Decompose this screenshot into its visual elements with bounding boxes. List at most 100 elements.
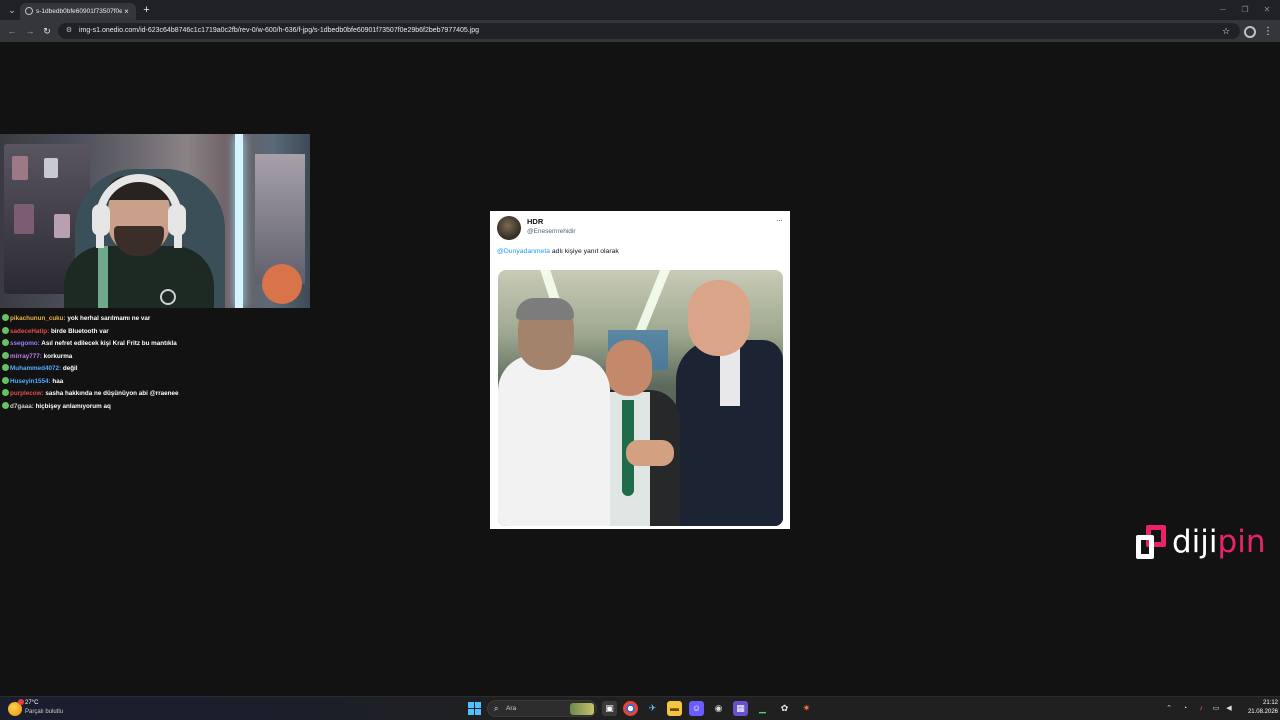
terminal-app-icon[interactable]: ▁ bbox=[755, 701, 770, 716]
tweet-reply-line: @Dunyadanmeta adlı kişiye yanıt olarak bbox=[497, 248, 619, 255]
profile-avatar-icon[interactable] bbox=[1244, 26, 1256, 38]
grid-app-icon[interactable]: ▦ bbox=[733, 701, 748, 716]
chat-badge-icon bbox=[2, 326, 9, 334]
reload-icon[interactable]: ↻ bbox=[41, 25, 53, 37]
tab-globe-icon bbox=[25, 7, 33, 15]
chat-text: birde Bluetooth var bbox=[50, 327, 109, 335]
bookmark-star-icon[interactable]: ☆ bbox=[1220, 25, 1232, 37]
chat-text: sasha hakkında ne düşünüyon abi @rraenee bbox=[45, 390, 179, 397]
site-info-icon[interactable]: ⚙ bbox=[64, 26, 74, 36]
search-icon: ⌕ bbox=[494, 704, 499, 713]
tab-search-icon[interactable]: ⌄ bbox=[6, 4, 18, 16]
tab-strip: ⌄ s-1dbedb0bfe60901f73507f0e29b6f2beb797… bbox=[0, 0, 1280, 20]
chat-text: korkurma bbox=[43, 352, 73, 360]
back-arrow-icon[interactable]: ← bbox=[6, 25, 18, 37]
chat-username[interactable]: Huseyin1554: bbox=[10, 378, 51, 385]
chat-username[interactable]: pikachunun_cuku: bbox=[10, 315, 66, 322]
address-bar[interactable]: ⚙ img-s1.onedio.com/id-623c64b8746c1c171… bbox=[58, 23, 1240, 39]
chat-username[interactable]: mirray777: bbox=[10, 353, 42, 360]
photo-person-left-shirt bbox=[498, 355, 610, 526]
tweet-image: HDR @Enesemrehidir ··· @Dunyadanmeta adl… bbox=[490, 211, 790, 529]
chat-badge-icon bbox=[2, 401, 9, 409]
chat-message: ssegomo: Asıl nefret edilecek kişi Kral … bbox=[2, 338, 302, 351]
chrome-app-icon[interactable] bbox=[623, 701, 638, 716]
close-window-icon[interactable]: ✕ bbox=[1260, 3, 1274, 17]
burst-app-icon[interactable]: ✷ bbox=[799, 701, 814, 716]
weather-alert-badge bbox=[18, 699, 24, 705]
dijipin-logo: dijipin bbox=[1134, 522, 1280, 562]
url-text[interactable]: img-s1.onedio.com/id-623c64b8746c1c1719a… bbox=[79, 25, 1179, 37]
tweet-reply-text: adlı kişiye yanıt olarak bbox=[550, 248, 619, 255]
dijipin-logo-text: dijipin bbox=[1172, 524, 1266, 560]
chat-text: hiçbişey anlamıyorum aq bbox=[35, 402, 111, 410]
chat-badge-icon bbox=[2, 389, 9, 396]
discord-app-icon[interactable]: ☺ bbox=[689, 701, 704, 716]
chat-text: Asıl nefret edilecek kişi Kral Fritz bu … bbox=[41, 340, 177, 347]
cam-jacket-stripe bbox=[98, 246, 108, 308]
browser-toolbar: ← → ↻ ⚙ img-s1.onedio.com/id-623c64b8746… bbox=[0, 20, 1280, 42]
tab-title: s-1dbedb0bfe60901f73507f0e29b6f2beb79774… bbox=[36, 8, 122, 15]
forward-arrow-icon[interactable]: → bbox=[24, 25, 36, 37]
search-highlight-image bbox=[570, 703, 594, 715]
steam-app-icon[interactable]: ✈ bbox=[645, 701, 660, 716]
photo-ceiling-light bbox=[635, 270, 671, 330]
webcam-feed bbox=[0, 134, 310, 308]
tweet-avatar bbox=[497, 216, 521, 240]
chat-username[interactable]: purplecow: bbox=[10, 390, 44, 397]
headset-tray-icon[interactable]: ◔ bbox=[1180, 703, 1190, 715]
chat-badge-icon bbox=[2, 364, 9, 371]
tweet-author-name: HDR bbox=[527, 217, 544, 226]
windows-start-icon[interactable] bbox=[468, 702, 481, 715]
weather-temperature[interactable]: 27°C bbox=[25, 700, 38, 706]
chatgpt-app-icon[interactable]: ✿ bbox=[777, 701, 792, 716]
photo-gesturing-hands bbox=[626, 440, 674, 466]
chat-badge-icon bbox=[2, 314, 9, 321]
chat-message: Huseyin1554: haa bbox=[2, 376, 302, 389]
tweet-more-icon: ··· bbox=[776, 215, 783, 225]
cam-plush-toy bbox=[262, 264, 302, 304]
cam-headset-ear-right bbox=[168, 204, 186, 236]
chat-username[interactable]: sadeceHatip: bbox=[10, 328, 49, 335]
tweet-author-handle: @Enesemrehidir bbox=[527, 228, 576, 235]
chat-message: mirray777: korkurma bbox=[2, 351, 302, 364]
photo-person-right-head bbox=[688, 280, 750, 356]
task-view-icon[interactable]: ▣ bbox=[602, 701, 617, 716]
tray-overflow-chevron-icon[interactable]: ⌃ bbox=[1164, 703, 1174, 715]
microphone-tray-icon[interactable]: ♪ bbox=[1196, 703, 1206, 715]
tweet-photo bbox=[498, 270, 783, 526]
chat-badge-icon bbox=[2, 339, 9, 346]
chat-text: değil bbox=[62, 365, 78, 372]
file-explorer-icon[interactable]: ▬ bbox=[667, 701, 682, 716]
volume-tray-icon[interactable]: ◀ bbox=[1224, 703, 1234, 715]
obs-app-icon[interactable]: ◉ bbox=[711, 701, 726, 716]
chat-username[interactable]: Muhammed4072: bbox=[10, 365, 61, 372]
taskbar-search-input[interactable]: ⌕ Ara bbox=[487, 700, 597, 717]
minimize-icon[interactable]: ─ bbox=[1216, 3, 1230, 17]
search-placeholder: Ara bbox=[506, 705, 517, 712]
chat-message: pikachunun_cuku: yok herhal sarılmamı ne… bbox=[2, 313, 302, 326]
cam-jacket-badge bbox=[160, 289, 176, 305]
maximize-icon[interactable]: ❐ bbox=[1238, 3, 1252, 17]
chat-message: Muhammed4072: değil bbox=[2, 363, 302, 376]
chat-message: purplecow: sasha hakkında ne düşünüyon a… bbox=[2, 388, 302, 401]
dijipin-logo-mark bbox=[1136, 525, 1168, 559]
cam-headset-ear-left bbox=[92, 204, 110, 236]
weather-description[interactable]: Parçalı bulutlu bbox=[25, 709, 63, 715]
chat-message: sadeceHatip: birde Bluetooth var bbox=[2, 326, 302, 339]
tweet-reply-mention: @Dunyadanmeta bbox=[497, 248, 550, 255]
browser-menu-icon[interactable]: ⋮ bbox=[1263, 25, 1273, 39]
clock-time[interactable]: 21:12 bbox=[1250, 700, 1278, 706]
clock-date[interactable]: 21.08.2026 bbox=[1240, 709, 1278, 715]
photo-person-left-hair bbox=[516, 298, 574, 320]
chat-badge-icon bbox=[2, 376, 9, 384]
chat-username[interactable]: ssegomo: bbox=[10, 340, 40, 347]
chat-username[interactable]: d7gaaa: bbox=[10, 403, 34, 410]
new-tab-button[interactable]: + bbox=[141, 4, 152, 16]
network-tray-icon[interactable]: ▭ bbox=[1211, 703, 1221, 715]
browser-tab-active[interactable]: s-1dbedb0bfe60901f73507f0e29b6f2beb79774… bbox=[20, 3, 136, 20]
stream-chat: pikachunun_cuku: yok herhal sarılmamı ne… bbox=[2, 313, 302, 413]
chat-badge-icon bbox=[2, 351, 9, 359]
tab-close-icon[interactable]: × bbox=[122, 6, 131, 17]
chat-text: haa bbox=[52, 377, 64, 385]
windows-taskbar: 27°C Parçalı bulutlu ⌕ Ara ▣ ✈ ▬ ☺ ◉ ▦ ▁… bbox=[0, 696, 1280, 720]
